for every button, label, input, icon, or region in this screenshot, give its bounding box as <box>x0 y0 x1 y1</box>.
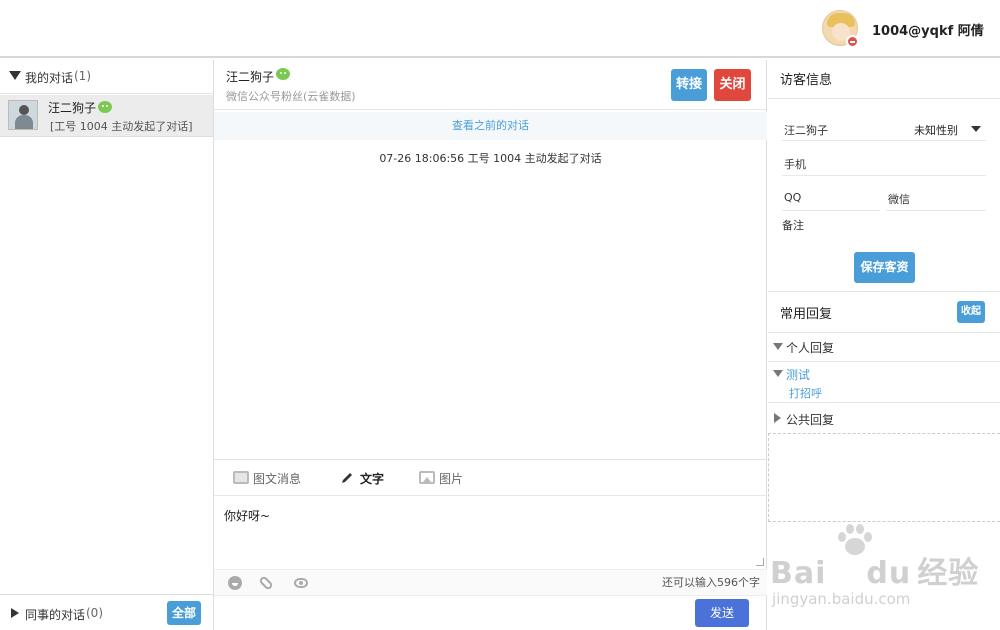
visitor-sidebar: 访客信息 汪二狗子 未知性别 手机 QQ 微信 备注 保存客资 常用回复 收起 … <box>768 60 1000 630</box>
conversation-visitor-name: 汪二狗子 <box>48 101 97 115</box>
agent-username[interactable]: 1004@yqkf 阿倩 <box>872 20 984 39</box>
divider <box>782 210 880 211</box>
divider <box>768 98 1000 99</box>
gender-select[interactable]: 未知性别 <box>914 122 958 138</box>
send-bar: 发送 <box>214 595 767 630</box>
divider <box>768 332 1000 333</box>
wechat-field[interactable]: 微信 <box>888 191 910 207</box>
transfer-button[interactable]: 转接 <box>671 69 707 101</box>
colleague-conversations-footer: 同事的对话 (0) 全部 <box>0 594 213 630</box>
status-busy-icon <box>846 35 859 48</box>
divider <box>768 402 1000 403</box>
visitor-avatar <box>8 100 38 130</box>
send-button[interactable]: 发送 <box>695 599 749 627</box>
colleague-conversations-count: (0) <box>86 606 103 620</box>
watermark: Bai du 经验 <box>770 548 979 592</box>
tab-rich-message-label: 图文消息 <box>253 472 302 486</box>
avatar-body <box>15 115 33 129</box>
all-button[interactable]: 全部 <box>167 601 201 625</box>
remaining-chars: 还可以输入596个字 <box>662 576 760 589</box>
avatar-head <box>19 105 29 115</box>
link-icon[interactable] <box>258 575 274 591</box>
close-button[interactable]: 关闭 <box>714 69 751 101</box>
chat-visitor-name: 汪二狗子 <box>226 70 275 84</box>
chat-panel: 汪二狗子 微信公众号粉丝(云雀数据) 转接 关闭 查看之前的对话 07-26 1… <box>214 60 767 630</box>
resize-handle[interactable] <box>756 558 764 566</box>
reply-drop-area <box>768 433 1000 522</box>
image-text-icon <box>233 471 249 484</box>
view-history-link[interactable]: 查看之前的对话 <box>214 112 767 140</box>
message-input-text: 你好呀~ <box>224 509 271 523</box>
tab-image-label: 图片 <box>439 472 464 486</box>
triangle-right-icon <box>774 413 781 423</box>
visitor-name-field[interactable]: 汪二狗子 <box>784 122 828 138</box>
triangle-down-icon <box>773 370 783 377</box>
triangle-down-icon <box>9 71 21 80</box>
triangle-down-icon <box>773 343 783 350</box>
picture-icon <box>419 471 435 484</box>
system-message: 07-26 18:06:56 工号 1004 主动发起了对话 <box>379 152 602 165</box>
collapse-button[interactable]: 收起 <box>957 301 985 323</box>
watermark-brand: Bai <box>770 556 827 591</box>
my-conversations-label: 我的对话 <box>25 71 74 85</box>
chat-visitor-source: 微信公众号粉丝(云雀数据) <box>226 90 356 103</box>
watermark-cn: 经验 <box>917 556 980 591</box>
my-conversations-count: (1) <box>74 69 91 83</box>
personal-replies-label: 个人回复 <box>786 341 835 355</box>
save-customer-button[interactable]: 保存客资 <box>854 252 915 283</box>
tab-text-label: 文字 <box>360 472 385 486</box>
note-field[interactable]: 备注 <box>782 217 804 233</box>
caret-down-icon[interactable] <box>971 126 981 132</box>
top-bar: 1004@yqkf 阿倩 ⌄ <box>0 0 1000 58</box>
watermark-brand2: du <box>866 556 912 591</box>
triangle-right-icon[interactable] <box>11 608 19 618</box>
wechat-icon <box>276 68 290 80</box>
divider <box>782 140 986 141</box>
conversation-last-message: [工号 1004 主动发起了对话] <box>50 120 193 133</box>
qq-field[interactable]: QQ <box>784 191 801 204</box>
watermark-url: jingyan.baidu.com <box>772 590 911 608</box>
public-replies-label: 公共回复 <box>786 413 835 427</box>
divider <box>886 210 986 211</box>
divider <box>768 291 1000 292</box>
my-conversations-header[interactable]: 我的对话 (1) <box>0 60 213 94</box>
visitor-info-title: 访客信息 <box>780 73 833 88</box>
conversation-list-panel: 我的对话 (1) 汪二狗子 [工号 1004 主动发起了对话] 同事的对话 (0… <box>0 60 214 630</box>
reply-item-greeting[interactable]: 打招呼 <box>789 385 822 401</box>
personal-replies-group[interactable]: 个人回复 <box>768 335 1000 359</box>
chat-header: 汪二狗子 微信公众号粉丝(云雀数据) 转接 关闭 <box>214 60 767 110</box>
chevron-down-icon[interactable]: ⌄ <box>977 20 986 33</box>
test-replies-group[interactable]: 测试 <box>768 362 1000 386</box>
message-input[interactable]: 你好呀~ <box>214 497 767 569</box>
emoji-icon[interactable] <box>228 576 242 590</box>
conversation-item[interactable]: 汪二狗子 [工号 1004 主动发起了对话] <box>0 95 213 137</box>
pencil-icon <box>340 471 356 484</box>
message-type-tabs: 图文消息 文字 图片 <box>214 459 767 496</box>
colleague-conversations-label[interactable]: 同事的对话 <box>25 606 85 623</box>
divider <box>782 175 986 176</box>
public-replies-group[interactable]: 公共回复 <box>768 407 1000 431</box>
wechat-icon <box>98 101 112 113</box>
quick-replies-title: 常用回复 <box>780 307 833 322</box>
phone-field[interactable]: 手机 <box>784 156 806 172</box>
test-group-label: 测试 <box>786 368 811 382</box>
eye-icon[interactable] <box>294 578 308 588</box>
